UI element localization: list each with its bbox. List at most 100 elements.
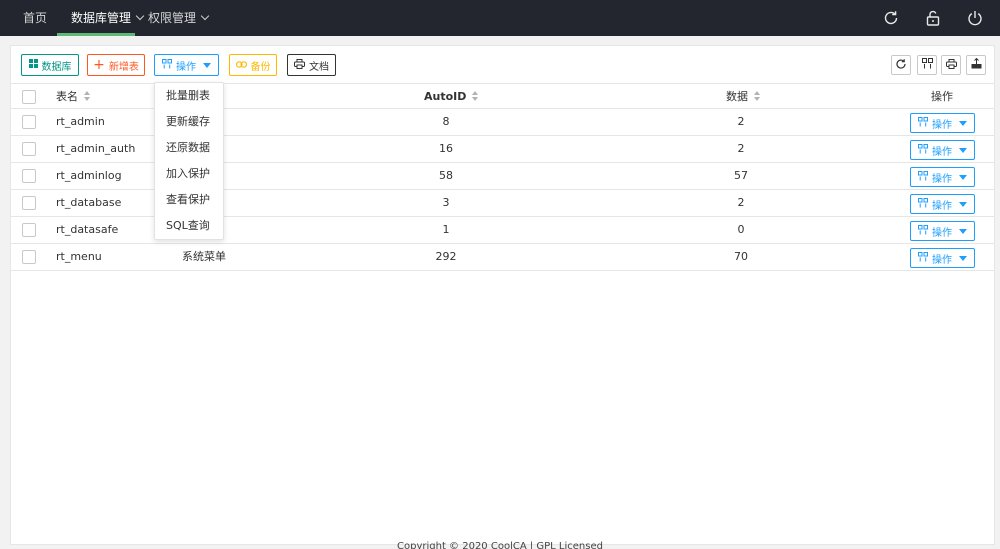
grid-icon bbox=[918, 170, 928, 184]
nav-active-indicator bbox=[57, 33, 135, 36]
row-operate-label: 操作 bbox=[932, 227, 952, 239]
grid-icon bbox=[162, 58, 172, 72]
row-operate-button[interactable]: 操作 bbox=[910, 113, 975, 133]
caret-down-icon bbox=[959, 120, 967, 126]
docs-button-label: 文档 bbox=[309, 61, 329, 73]
header-autoid[interactable]: AutoID bbox=[424, 84, 479, 109]
header-label: 数据 bbox=[726, 90, 748, 103]
menu-item-batch-delete[interactable]: 批量删表 bbox=[155, 83, 223, 109]
nav-permission-management[interactable]: 权限管理 bbox=[148, 0, 210, 36]
database-button[interactable]: 数据库 bbox=[21, 54, 79, 76]
header-label: AutoID bbox=[424, 90, 467, 103]
cell-table-name: rt_admin_auth bbox=[56, 142, 136, 155]
operate-dropdown-button[interactable]: 操作 bbox=[154, 54, 219, 76]
menu-item-sql-query[interactable]: SQL查询 bbox=[155, 213, 223, 239]
sort-icon bbox=[84, 91, 91, 101]
columns-icon bbox=[921, 58, 933, 72]
cell-data-count: 0 bbox=[737, 223, 745, 236]
row-operate-label: 操作 bbox=[932, 173, 952, 185]
header-action: 操作 bbox=[931, 90, 953, 103]
row-checkbox[interactable] bbox=[22, 196, 36, 210]
print-icon bbox=[294, 58, 305, 72]
windows-icon bbox=[28, 59, 38, 71]
grid-icon bbox=[918, 251, 928, 265]
menu-item-view-protection[interactable]: 查看保护 bbox=[155, 187, 223, 213]
row-checkbox[interactable] bbox=[22, 115, 36, 129]
row-operate-label: 操作 bbox=[932, 200, 952, 212]
menu-item-restore-data[interactable]: 还原数据 bbox=[155, 135, 223, 161]
row-operate-label: 操作 bbox=[932, 119, 952, 131]
header-table-name[interactable]: 表名 bbox=[56, 84, 91, 109]
grid-icon bbox=[918, 197, 928, 211]
cell-data-count: 2 bbox=[737, 196, 745, 209]
add-table-button-label: 新增表 bbox=[108, 61, 139, 73]
table-refresh-button[interactable] bbox=[891, 55, 911, 75]
table-row: rt_menu 系统菜单 292 70 操作 bbox=[11, 244, 994, 271]
row-operate-button[interactable]: 操作 bbox=[910, 140, 975, 160]
grid-icon bbox=[918, 143, 928, 157]
cell-data-count: 2 bbox=[737, 142, 745, 155]
footer-copyright: Copyright © 2020 CoolCA | GPL Licensed bbox=[397, 541, 603, 549]
nav-home[interactable]: 首页 bbox=[23, 0, 47, 36]
nav-label: 数据库管理 bbox=[71, 11, 132, 25]
docs-button[interactable]: 文档 bbox=[287, 54, 336, 76]
row-operate-button[interactable]: 操作 bbox=[910, 194, 975, 214]
row-operate-label: 操作 bbox=[932, 146, 952, 158]
caret-down-icon bbox=[959, 174, 967, 180]
cell-table-name: rt_datasafe bbox=[56, 223, 119, 236]
unlock-icon[interactable] bbox=[924, 9, 942, 27]
cell-data-count: 57 bbox=[734, 169, 748, 182]
operate-button-label: 操作 bbox=[176, 61, 196, 73]
export-button[interactable] bbox=[966, 55, 986, 75]
caret-down-icon bbox=[959, 201, 967, 207]
row-checkbox[interactable] bbox=[22, 250, 36, 264]
row-operate-button[interactable]: 操作 bbox=[910, 167, 975, 187]
power-icon[interactable] bbox=[966, 9, 984, 27]
refresh-icon bbox=[895, 58, 907, 73]
print-icon bbox=[945, 58, 957, 72]
cell-table-name: rt_database bbox=[56, 196, 122, 209]
cell-autoid: 16 bbox=[439, 142, 453, 155]
add-table-button[interactable]: + 新增表 bbox=[87, 54, 145, 76]
menu-item-add-protection[interactable]: 加入保护 bbox=[155, 161, 223, 187]
row-operate-label: 操作 bbox=[932, 254, 952, 266]
print-button[interactable] bbox=[941, 55, 961, 75]
row-checkbox[interactable] bbox=[22, 169, 36, 183]
cell-autoid: 292 bbox=[435, 250, 457, 263]
plus-icon: + bbox=[93, 57, 105, 73]
header-data-count[interactable]: 数据 bbox=[726, 84, 761, 109]
sort-icon bbox=[472, 91, 479, 101]
cell-autoid: 58 bbox=[439, 169, 453, 182]
columns-filter-button[interactable] bbox=[917, 55, 937, 75]
chevron-down-icon bbox=[200, 11, 210, 21]
row-checkbox[interactable] bbox=[22, 142, 36, 156]
link-icon bbox=[235, 60, 247, 71]
row-operate-button[interactable]: 操作 bbox=[910, 221, 975, 241]
nav-database-management[interactable]: 数据库管理 bbox=[71, 0, 145, 36]
caret-down-icon bbox=[959, 147, 967, 153]
sort-icon bbox=[754, 91, 761, 101]
cell-autoid: 3 bbox=[442, 196, 450, 209]
cell-data-count: 2 bbox=[737, 115, 745, 128]
header-label: 表名 bbox=[56, 90, 78, 103]
menu-item-update-cache[interactable]: 更新缓存 bbox=[155, 109, 223, 135]
cell-table-name: rt_admin bbox=[56, 115, 105, 128]
operate-dropdown-menu: 批量删表 更新缓存 还原数据 加入保护 查看保护 SQL查询 bbox=[154, 82, 224, 240]
export-icon bbox=[971, 57, 982, 72]
row-checkbox[interactable] bbox=[22, 223, 36, 237]
refresh-icon[interactable] bbox=[882, 9, 900, 27]
row-operate-button[interactable]: 操作 bbox=[910, 248, 975, 268]
caret-down-icon bbox=[959, 255, 967, 261]
grid-icon bbox=[918, 116, 928, 130]
backup-button[interactable]: 备份 bbox=[229, 54, 277, 76]
cell-autoid: 1 bbox=[442, 223, 450, 236]
top-nav-bar: 首页 数据库管理 权限管理 bbox=[0, 0, 1000, 36]
nav-label: 权限管理 bbox=[148, 11, 197, 25]
grid-icon bbox=[918, 224, 928, 238]
cell-table-comment: 系统菜单 bbox=[182, 250, 226, 263]
cell-table-name: rt_adminlog bbox=[56, 169, 122, 182]
cell-autoid: 8 bbox=[442, 115, 450, 128]
caret-down-icon bbox=[959, 228, 967, 234]
cell-table-name: rt_menu bbox=[56, 250, 102, 263]
select-all-checkbox[interactable] bbox=[22, 90, 36, 104]
